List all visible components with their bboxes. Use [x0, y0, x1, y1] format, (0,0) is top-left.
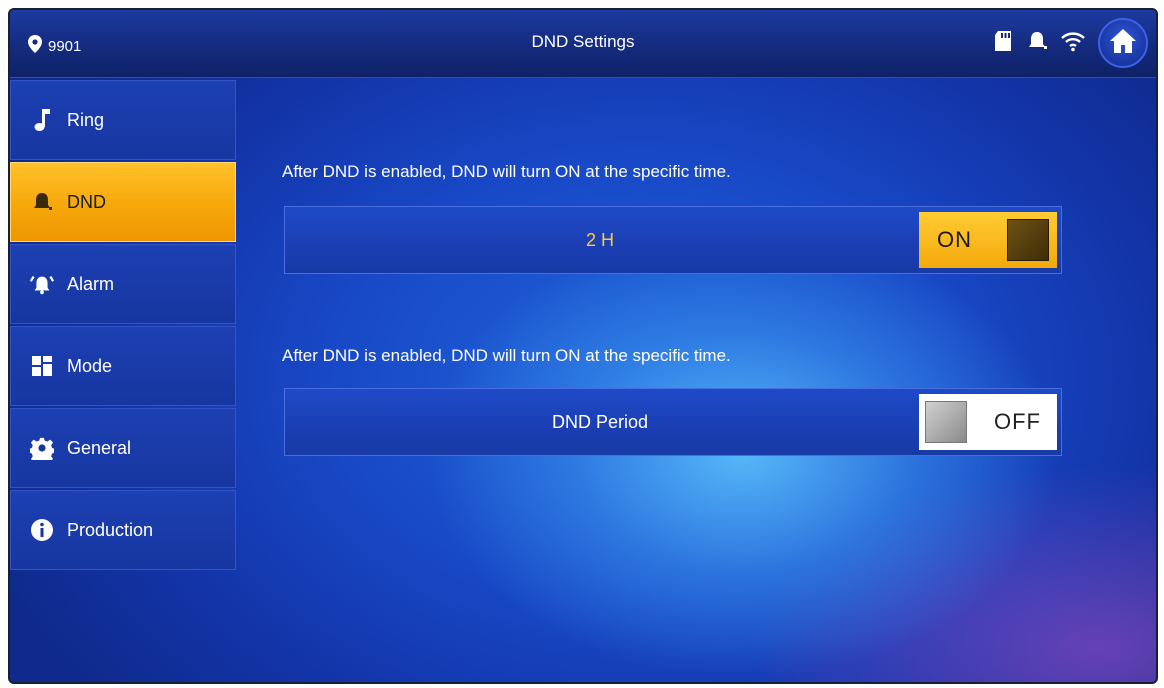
sidebar-item-label: Alarm [67, 273, 115, 294]
dnd-duration-label: 2 H [585, 230, 614, 250]
sidebar-item-ring[interactable]: Ring [10, 80, 236, 160]
sidebar-item-label: Production [67, 519, 154, 540]
info-icon [29, 517, 55, 543]
dnd-period-toggle[interactable]: OFF [919, 394, 1057, 450]
home-button[interactable] [1098, 18, 1148, 68]
bell-icon [29, 189, 55, 215]
bell-icon [1026, 29, 1048, 58]
dnd-period-description: After DND is enabled, DND will turn ON a… [282, 346, 731, 365]
top-bar: 9901 DND Settings [10, 10, 1156, 78]
sidebar-item-general[interactable]: General [10, 408, 236, 488]
dnd-period-label: DND Period [551, 412, 649, 432]
grid-icon [29, 353, 55, 379]
dnd-duration-row[interactable]: 2 H ON [284, 206, 1062, 274]
device-screen: 9901 DND Settings Ring DND Alarm Mode Ge… [8, 8, 1158, 684]
dnd-duration-toggle[interactable]: ON [919, 212, 1057, 268]
dnd-period-row[interactable]: DND Period OFF [284, 388, 1062, 456]
gear-icon [29, 435, 55, 461]
page-title: DND Settings [531, 32, 635, 51]
sidebar-item-production[interactable]: Production [10, 490, 236, 570]
sidebar-item-label: Mode [67, 355, 113, 376]
toggle-label: ON [937, 227, 972, 252]
music-note-icon [29, 107, 55, 133]
sidebar-item-label: Ring [67, 109, 105, 130]
sd-card-icon [992, 29, 1014, 58]
sidebar-item-dnd[interactable]: DND [10, 162, 236, 242]
toggle-knob [1007, 219, 1049, 261]
toggle-knob [925, 401, 967, 443]
home-icon [1108, 27, 1138, 60]
sidebar-item-alarm[interactable]: Alarm [10, 244, 236, 324]
toggle-label: OFF [994, 409, 1041, 434]
sidebar-item-mode[interactable]: Mode [10, 326, 236, 406]
sidebar-item-label: DND [67, 191, 106, 212]
alarm-icon [29, 271, 55, 297]
dnd-description: After DND is enabled, DND will turn ON a… [282, 162, 731, 181]
wifi-icon [1060, 30, 1086, 57]
status-icons [992, 18, 1148, 68]
sidebar-item-label: General [67, 437, 132, 458]
